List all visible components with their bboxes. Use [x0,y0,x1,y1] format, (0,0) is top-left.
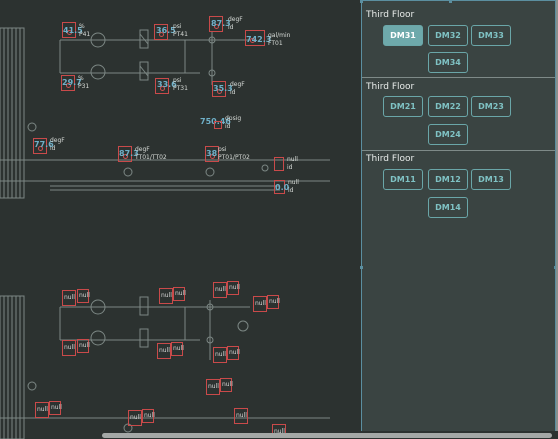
dm23-button[interactable]: DM23 [471,96,511,117]
null-label: null [215,351,226,358]
null-tag[interactable]: null [159,288,173,304]
null-tag[interactable]: null [213,347,227,363]
null-tag[interactable]: null [206,379,220,395]
null-tag[interactable]: null [213,282,227,298]
resize-handle[interactable] [360,0,363,3]
reading-unit: null [288,179,299,186]
null-tag[interactable]: null [234,408,248,424]
null-tag[interactable]: null [173,287,186,301]
dm12-button[interactable]: DM12 [428,169,468,190]
null-label: null [255,300,266,307]
dm21-button[interactable]: DM21 [383,96,423,117]
dm24-button[interactable]: DM24 [428,124,468,145]
reading-id: id [228,24,234,31]
horizontal-scrollbar[interactable] [102,433,552,438]
null-label: null [175,290,186,297]
reading-unit: degF [230,81,245,88]
null-tag[interactable]: null [253,296,267,312]
null-tag[interactable]: null [171,342,184,356]
alarm-tag[interactable] [214,121,222,129]
null-label: null [51,404,62,411]
null-label: null [37,406,48,413]
dm32-button[interactable]: DM32 [428,25,468,46]
reading-unit: degF [50,137,65,144]
reading-unit: gal/min [268,32,291,39]
null-tag[interactable]: null [49,401,62,415]
null-tag[interactable]: null [77,339,90,353]
null-tag[interactable]: null [128,410,142,426]
reading-unit: degF [135,146,150,153]
null-label: null [144,412,155,419]
null-label: null [79,342,90,349]
null-tag[interactable]: null [220,378,233,392]
null-label: null [222,381,233,388]
null-tag[interactable]: null [267,295,280,309]
null-tag[interactable]: null [227,346,240,360]
null-label: null [229,284,240,291]
null-label: null [208,383,219,390]
reading-id: PT41 [173,31,188,38]
null-label: null [236,412,247,419]
reading-id: id [225,123,231,130]
reading-unit: psi [173,77,182,84]
dm34-button[interactable]: DM34 [428,52,468,73]
dm14-button[interactable]: DM14 [428,197,468,218]
reading-id: PT01/PT02 [218,154,250,161]
dm11-button[interactable]: DM11 [383,169,423,190]
reading-unit: psi [218,146,227,153]
dm33-button[interactable]: DM33 [471,25,511,46]
null-tag[interactable]: null [35,402,49,418]
null-tag[interactable]: null [227,281,240,295]
piping-schematic [0,27,330,439]
reading-unit: psi [173,23,182,30]
reading-id: P41 [79,31,91,38]
section-title: Third Floor [366,154,415,164]
null-label: null [173,345,184,352]
section-divider [362,77,555,78]
null-label: null [64,344,75,351]
section-divider [362,150,555,151]
reading-id: P31 [78,83,90,90]
null-tag[interactable]: null [62,290,76,306]
null-tag[interactable]: null [157,343,171,359]
floor-selector-panel: Third Floor DM31 DM32 DM33 DM34 Third Fl… [361,0,556,431]
null-tag[interactable]: null [142,409,155,423]
reading-id: FT01 [268,40,283,47]
reading-id: id [50,145,56,152]
dm31-button[interactable]: DM31 [383,25,423,46]
dm22-button[interactable]: DM22 [428,96,468,117]
reading-id: id [288,187,294,194]
null-label: null [159,347,170,354]
section-title: Third Floor [366,10,415,20]
reading-id: PT31 [173,85,188,92]
null-tag[interactable]: null [77,289,90,303]
null-label: null [229,349,240,356]
null-label: null [130,414,141,421]
dm13-button[interactable]: DM13 [471,169,511,190]
null-label: null [64,294,75,301]
reading-unit: degF [228,16,243,23]
reading-id: TT01/TT02 [135,154,167,161]
resize-handle[interactable] [449,0,452,3]
reading-unit: % [79,23,85,30]
null-label: null [161,292,172,299]
resize-handle[interactable] [360,266,363,269]
null-label: null [79,292,90,299]
null-tag[interactable]: null [62,340,76,356]
reading-unit: null [287,156,298,163]
reading-value: 38 [206,149,218,158]
reading-id: id [287,164,293,171]
reading-unit: dpsig [225,115,242,122]
reading-id: id [230,89,236,96]
hmi-canvas: 41.5 % P41 36.5 psi PT41 87.3 degF id 74… [0,0,558,439]
null-label: null [269,298,280,305]
null-label: null [215,286,226,293]
section-title: Third Floor [366,82,415,92]
alarm-tag[interactable] [274,157,284,171]
reading-unit: % [78,75,84,82]
